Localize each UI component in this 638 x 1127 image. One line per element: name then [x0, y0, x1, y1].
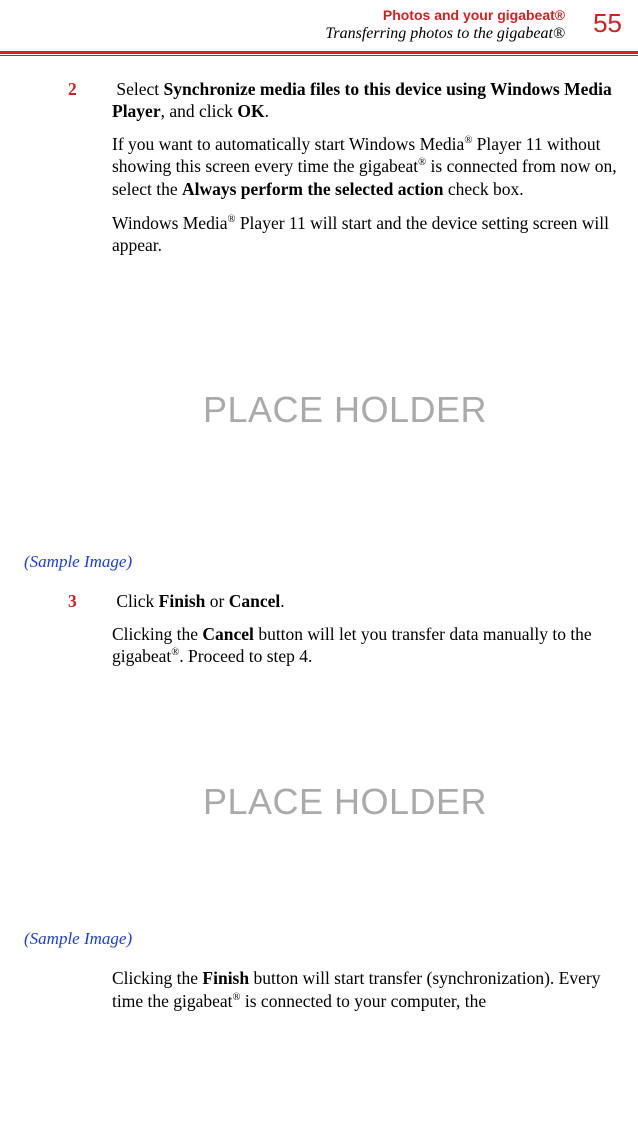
step-number: 2 [68, 78, 112, 100]
step-3: 3 Click Finish or Cancel. [112, 590, 622, 612]
text: Windows Media [112, 213, 227, 233]
step-2-instruction: Select Synchronize media files to this d… [112, 79, 612, 121]
text-bold: Finish [202, 968, 249, 988]
text-bold: Always perform the selected action [182, 179, 443, 199]
page-content: 2 Select Synchronize media files to this… [0, 56, 638, 1012]
sample-image-placeholder-1: PLACE HOLDER [115, 285, 575, 535]
text: Clicking the [112, 968, 202, 988]
text-bold: Finish [159, 591, 206, 611]
page-header: Photos and your gigabeat® Transferring p… [0, 0, 638, 49]
placeholder-label: PLACE HOLDER [203, 387, 487, 433]
header-subsection-title: Transferring photos to the gigabeat® [325, 24, 565, 45]
placeholder-label: PLACE HOLDER [203, 779, 487, 825]
sample-image-caption-2: (Sample Image) [24, 928, 622, 950]
step-3-para-3: Clicking the Finish button will start tr… [112, 967, 622, 1012]
step-2-para-3: Windows Media® Player 11 will start and … [112, 212, 622, 257]
sample-image-placeholder-2: PLACE HOLDER [115, 692, 575, 912]
text: Click [116, 591, 158, 611]
step-3-instruction: Click Finish or Cancel. [116, 591, 284, 611]
text: . Proceed to step 4. [179, 646, 312, 666]
text: . [280, 591, 284, 611]
header-rule-thick [0, 51, 638, 54]
text: , and click [161, 101, 238, 121]
text: Clicking the [112, 624, 202, 644]
sample-image-caption-1: (Sample Image) [24, 551, 622, 573]
text: check box. [443, 179, 523, 199]
step-2: 2 Select Synchronize media files to this… [112, 78, 622, 123]
text: is connected to your computer, the [241, 991, 487, 1011]
text-bold: Cancel [229, 591, 281, 611]
step-number: 3 [68, 590, 112, 612]
step-2-para-2: If you want to automatically start Windo… [112, 133, 622, 200]
text: . [265, 101, 269, 121]
text: If you want to automatically start Windo… [112, 134, 464, 154]
registered-mark: ® [418, 157, 426, 168]
header-section-title: Photos and your gigabeat® [325, 6, 565, 24]
registered-mark: ® [233, 992, 241, 1003]
text: Select [116, 79, 163, 99]
text-bold: Cancel [202, 624, 254, 644]
header-titles: Photos and your gigabeat® Transferring p… [325, 6, 565, 45]
step-3-para-2: Clicking the Cancel button will let you … [112, 623, 622, 668]
text-bold: OK [237, 101, 264, 121]
page-number: 55 [593, 8, 622, 39]
text: or [205, 591, 228, 611]
